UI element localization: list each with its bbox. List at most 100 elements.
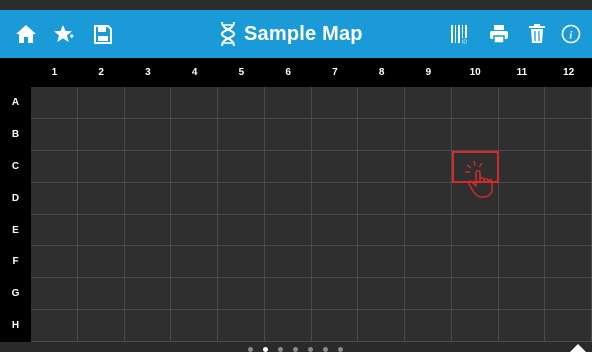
- grid-cell-G9[interactable]: [405, 278, 452, 311]
- grid-cell-G5[interactable]: [218, 278, 265, 311]
- grid-cell-D9[interactable]: [405, 182, 452, 215]
- grid-cell-H1[interactable]: [31, 310, 78, 342]
- grid-cell-E6[interactable]: [264, 214, 312, 247]
- grid-cell-A10[interactable]: [451, 87, 499, 119]
- grid-cell-H10[interactable]: [451, 310, 499, 342]
- barcode-button[interactable]: ID: [447, 10, 473, 58]
- grid-cell-C4[interactable]: [171, 150, 218, 183]
- grid-cell-E12[interactable]: [545, 214, 592, 247]
- grid-cell-F1[interactable]: [31, 246, 78, 279]
- grid-cell-H2[interactable]: [77, 310, 125, 342]
- grid-cell-B8[interactable]: [358, 118, 405, 151]
- grid-cell-D6[interactable]: [264, 182, 312, 215]
- grid-cell-D3[interactable]: [124, 182, 172, 215]
- page-dot[interactable]: [248, 347, 253, 352]
- grid-cell-D2[interactable]: [77, 182, 125, 215]
- grid-cell-H5[interactable]: [218, 310, 265, 342]
- grid-cell-A6[interactable]: [264, 87, 312, 119]
- page-dot[interactable]: [263, 347, 268, 352]
- grid-cell-E4[interactable]: [171, 214, 218, 247]
- grid-cell-F4[interactable]: [171, 246, 218, 279]
- grid-cell-B10[interactable]: [451, 118, 499, 151]
- grid-cell-C12[interactable]: [545, 150, 592, 183]
- grid-cell-F9[interactable]: [405, 246, 452, 279]
- favorites-button[interactable]: [50, 10, 78, 58]
- grid-cell-D7[interactable]: [311, 182, 359, 215]
- grid-cell-E8[interactable]: [358, 214, 405, 247]
- grid-cell-H4[interactable]: [171, 310, 218, 342]
- page-dot[interactable]: [293, 347, 298, 352]
- grid-cell-C2[interactable]: [77, 150, 125, 183]
- home-button[interactable]: [12, 10, 40, 58]
- grid-cell-B6[interactable]: [264, 118, 312, 151]
- grid-cell-B12[interactable]: [545, 118, 592, 151]
- grid-cell-B3[interactable]: [124, 118, 172, 151]
- grid-cell-D5[interactable]: [218, 182, 265, 215]
- grid-cell-G11[interactable]: [498, 278, 546, 311]
- grid-cell-C3[interactable]: [124, 150, 172, 183]
- grid-cell-H8[interactable]: [358, 310, 405, 342]
- grid-cell-G7[interactable]: [311, 278, 359, 311]
- grid-cell-B4[interactable]: [171, 118, 218, 151]
- grid-cell-E3[interactable]: [124, 214, 172, 247]
- grid-cell-C5[interactable]: [218, 150, 265, 183]
- print-button[interactable]: [486, 10, 512, 58]
- grid-cell-A3[interactable]: [124, 87, 172, 119]
- grid-cell-A5[interactable]: [218, 87, 265, 119]
- grid-cell-G2[interactable]: [77, 278, 125, 311]
- grid-cell-G6[interactable]: [264, 278, 312, 311]
- grid-cell-F5[interactable]: [218, 246, 265, 279]
- grid-cell-F7[interactable]: [311, 246, 359, 279]
- page-dot[interactable]: [323, 347, 328, 352]
- grid-cell-C9[interactable]: [405, 150, 452, 183]
- grid-cell-D4[interactable]: [171, 182, 218, 215]
- grid-cell-F12[interactable]: [545, 246, 592, 279]
- grid-cell-F11[interactable]: [498, 246, 546, 279]
- grid-cell-F3[interactable]: [124, 246, 172, 279]
- grid-cell-F2[interactable]: [77, 246, 125, 279]
- grid-cell-B9[interactable]: [405, 118, 452, 151]
- grid-cell-C7[interactable]: [311, 150, 359, 183]
- grid-cell-E9[interactable]: [405, 214, 452, 247]
- grid-cell-A8[interactable]: [358, 87, 405, 119]
- grid-cell-E7[interactable]: [311, 214, 359, 247]
- grid-cell-B7[interactable]: [311, 118, 359, 151]
- grid-cell-H12[interactable]: [545, 310, 592, 342]
- grid-cell-G1[interactable]: [31, 278, 78, 311]
- grid-cell-G4[interactable]: [171, 278, 218, 311]
- delete-button[interactable]: [525, 10, 549, 58]
- page-dot[interactable]: [308, 347, 313, 352]
- grid-cell-A1[interactable]: [31, 87, 78, 119]
- grid-cell-H7[interactable]: [311, 310, 359, 342]
- grid-cell-C1[interactable]: [31, 150, 78, 183]
- save-button[interactable]: [90, 10, 116, 58]
- grid-cell-G12[interactable]: [545, 278, 592, 311]
- grid-cell-F8[interactable]: [358, 246, 405, 279]
- grid-cell-A12[interactable]: [545, 87, 592, 119]
- grid-cell-G8[interactable]: [358, 278, 405, 311]
- grid-cell-E5[interactable]: [218, 214, 265, 247]
- grid-cell-D12[interactable]: [545, 182, 592, 215]
- grid-cell-F10[interactable]: [451, 246, 499, 279]
- page-dot[interactable]: [338, 347, 343, 352]
- grid-cell-D8[interactable]: [358, 182, 405, 215]
- grid-cell-A4[interactable]: [171, 87, 218, 119]
- grid-cell-B1[interactable]: [31, 118, 78, 151]
- grid-cell-A11[interactable]: [498, 87, 546, 119]
- grid-cell-A2[interactable]: [77, 87, 125, 119]
- grid-cell-C6[interactable]: [264, 150, 312, 183]
- grid-cell-E1[interactable]: [31, 214, 78, 247]
- grid-cell-A7[interactable]: [311, 87, 359, 119]
- grid-cell-B5[interactable]: [218, 118, 265, 151]
- grid-cell-H11[interactable]: [498, 310, 546, 342]
- grid-cell-B2[interactable]: [77, 118, 125, 151]
- grid-cell-C8[interactable]: [358, 150, 405, 183]
- grid-cell-E10[interactable]: [451, 214, 499, 247]
- grid-cell-H9[interactable]: [405, 310, 452, 342]
- grid-cell-F6[interactable]: [264, 246, 312, 279]
- info-button[interactable]: i: [559, 10, 583, 58]
- grid-cell-H3[interactable]: [124, 310, 172, 342]
- expand-up-icon[interactable]: [570, 344, 586, 352]
- grid-cell-H6[interactable]: [264, 310, 312, 342]
- grid-cell-D1[interactable]: [31, 182, 78, 215]
